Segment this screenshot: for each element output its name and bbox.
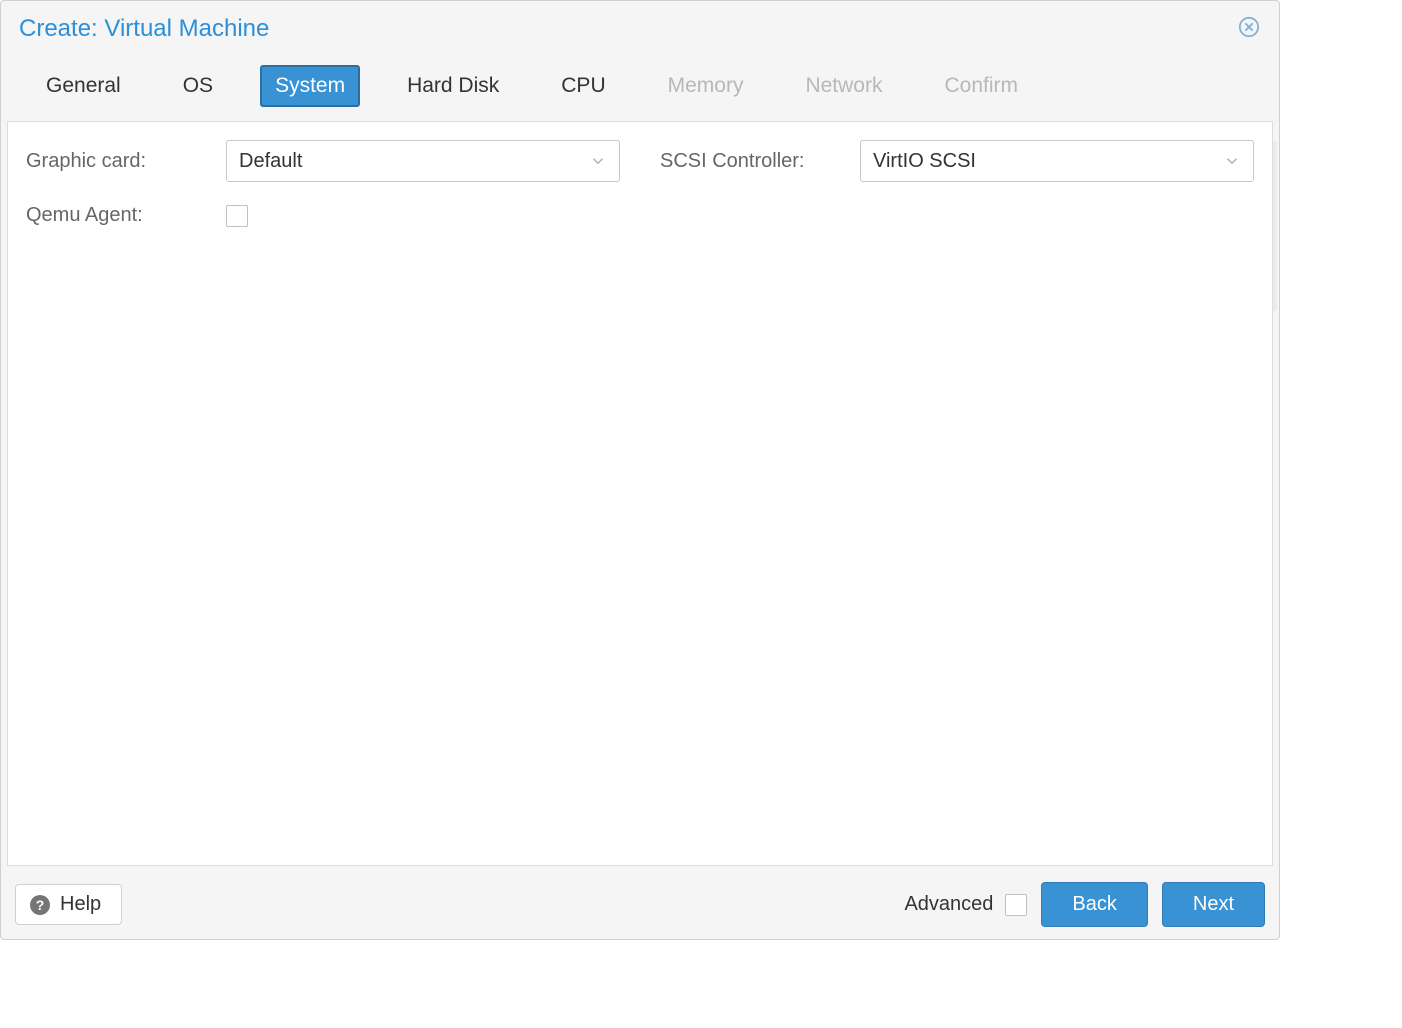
next-button[interactable]: Next	[1162, 882, 1265, 927]
checkbox-qemu-agent[interactable]	[226, 205, 248, 227]
help-button-label: Help	[60, 893, 101, 916]
combo-value-graphic-card: Default	[239, 150, 302, 173]
tab-hard-disk[interactable]: Hard Disk	[392, 65, 514, 107]
checkbox-advanced[interactable]	[1005, 894, 1027, 916]
help-icon: ?	[30, 895, 50, 915]
system-form-grid: Graphic card: Default SCSI Controller: V…	[26, 140, 1254, 227]
dialog-create-vm: Create: Virtual Machine General OS Syste…	[0, 0, 1280, 940]
titlebar: Create: Virtual Machine	[1, 1, 1279, 53]
combo-graphic-card[interactable]: Default	[226, 140, 620, 182]
tab-confirm: Confirm	[929, 65, 1033, 107]
close-icon	[1238, 16, 1260, 43]
close-button[interactable]	[1237, 17, 1261, 41]
help-button[interactable]: ? Help	[15, 884, 122, 925]
scrollbar-hint	[1273, 141, 1277, 311]
tab-system[interactable]: System	[260, 65, 360, 107]
wizard-tabstrip: General OS System Hard Disk CPU Memory N…	[1, 53, 1279, 121]
combo-value-scsi-controller: VirtIO SCSI	[873, 150, 976, 173]
advanced-toggle: Advanced	[904, 893, 1027, 916]
label-scsi-controller: SCSI Controller:	[660, 150, 860, 173]
tab-cpu[interactable]: CPU	[546, 65, 620, 107]
label-qemu-agent: Qemu Agent:	[26, 204, 226, 227]
combo-scsi-controller[interactable]: VirtIO SCSI	[860, 140, 1254, 182]
label-graphic-card: Graphic card:	[26, 150, 226, 173]
row-qemu-agent: Qemu Agent:	[26, 204, 620, 227]
tab-general[interactable]: General	[31, 65, 136, 107]
back-button-label: Back	[1072, 893, 1116, 915]
row-scsi-controller: SCSI Controller: VirtIO SCSI	[660, 140, 1254, 182]
tab-body-system: Graphic card: Default SCSI Controller: V…	[7, 121, 1273, 866]
row-graphic-card: Graphic card: Default	[26, 140, 620, 182]
next-button-label: Next	[1193, 893, 1234, 915]
back-button[interactable]: Back	[1041, 882, 1147, 927]
advanced-label: Advanced	[904, 893, 993, 916]
dialog-footer: ? Help Advanced Back Next	[1, 872, 1279, 939]
tab-network: Network	[790, 65, 897, 107]
tab-memory: Memory	[653, 65, 759, 107]
chevron-down-icon	[1223, 152, 1241, 170]
dialog-title: Create: Virtual Machine	[19, 15, 269, 43]
tab-os[interactable]: OS	[168, 65, 228, 107]
chevron-down-icon	[589, 152, 607, 170]
